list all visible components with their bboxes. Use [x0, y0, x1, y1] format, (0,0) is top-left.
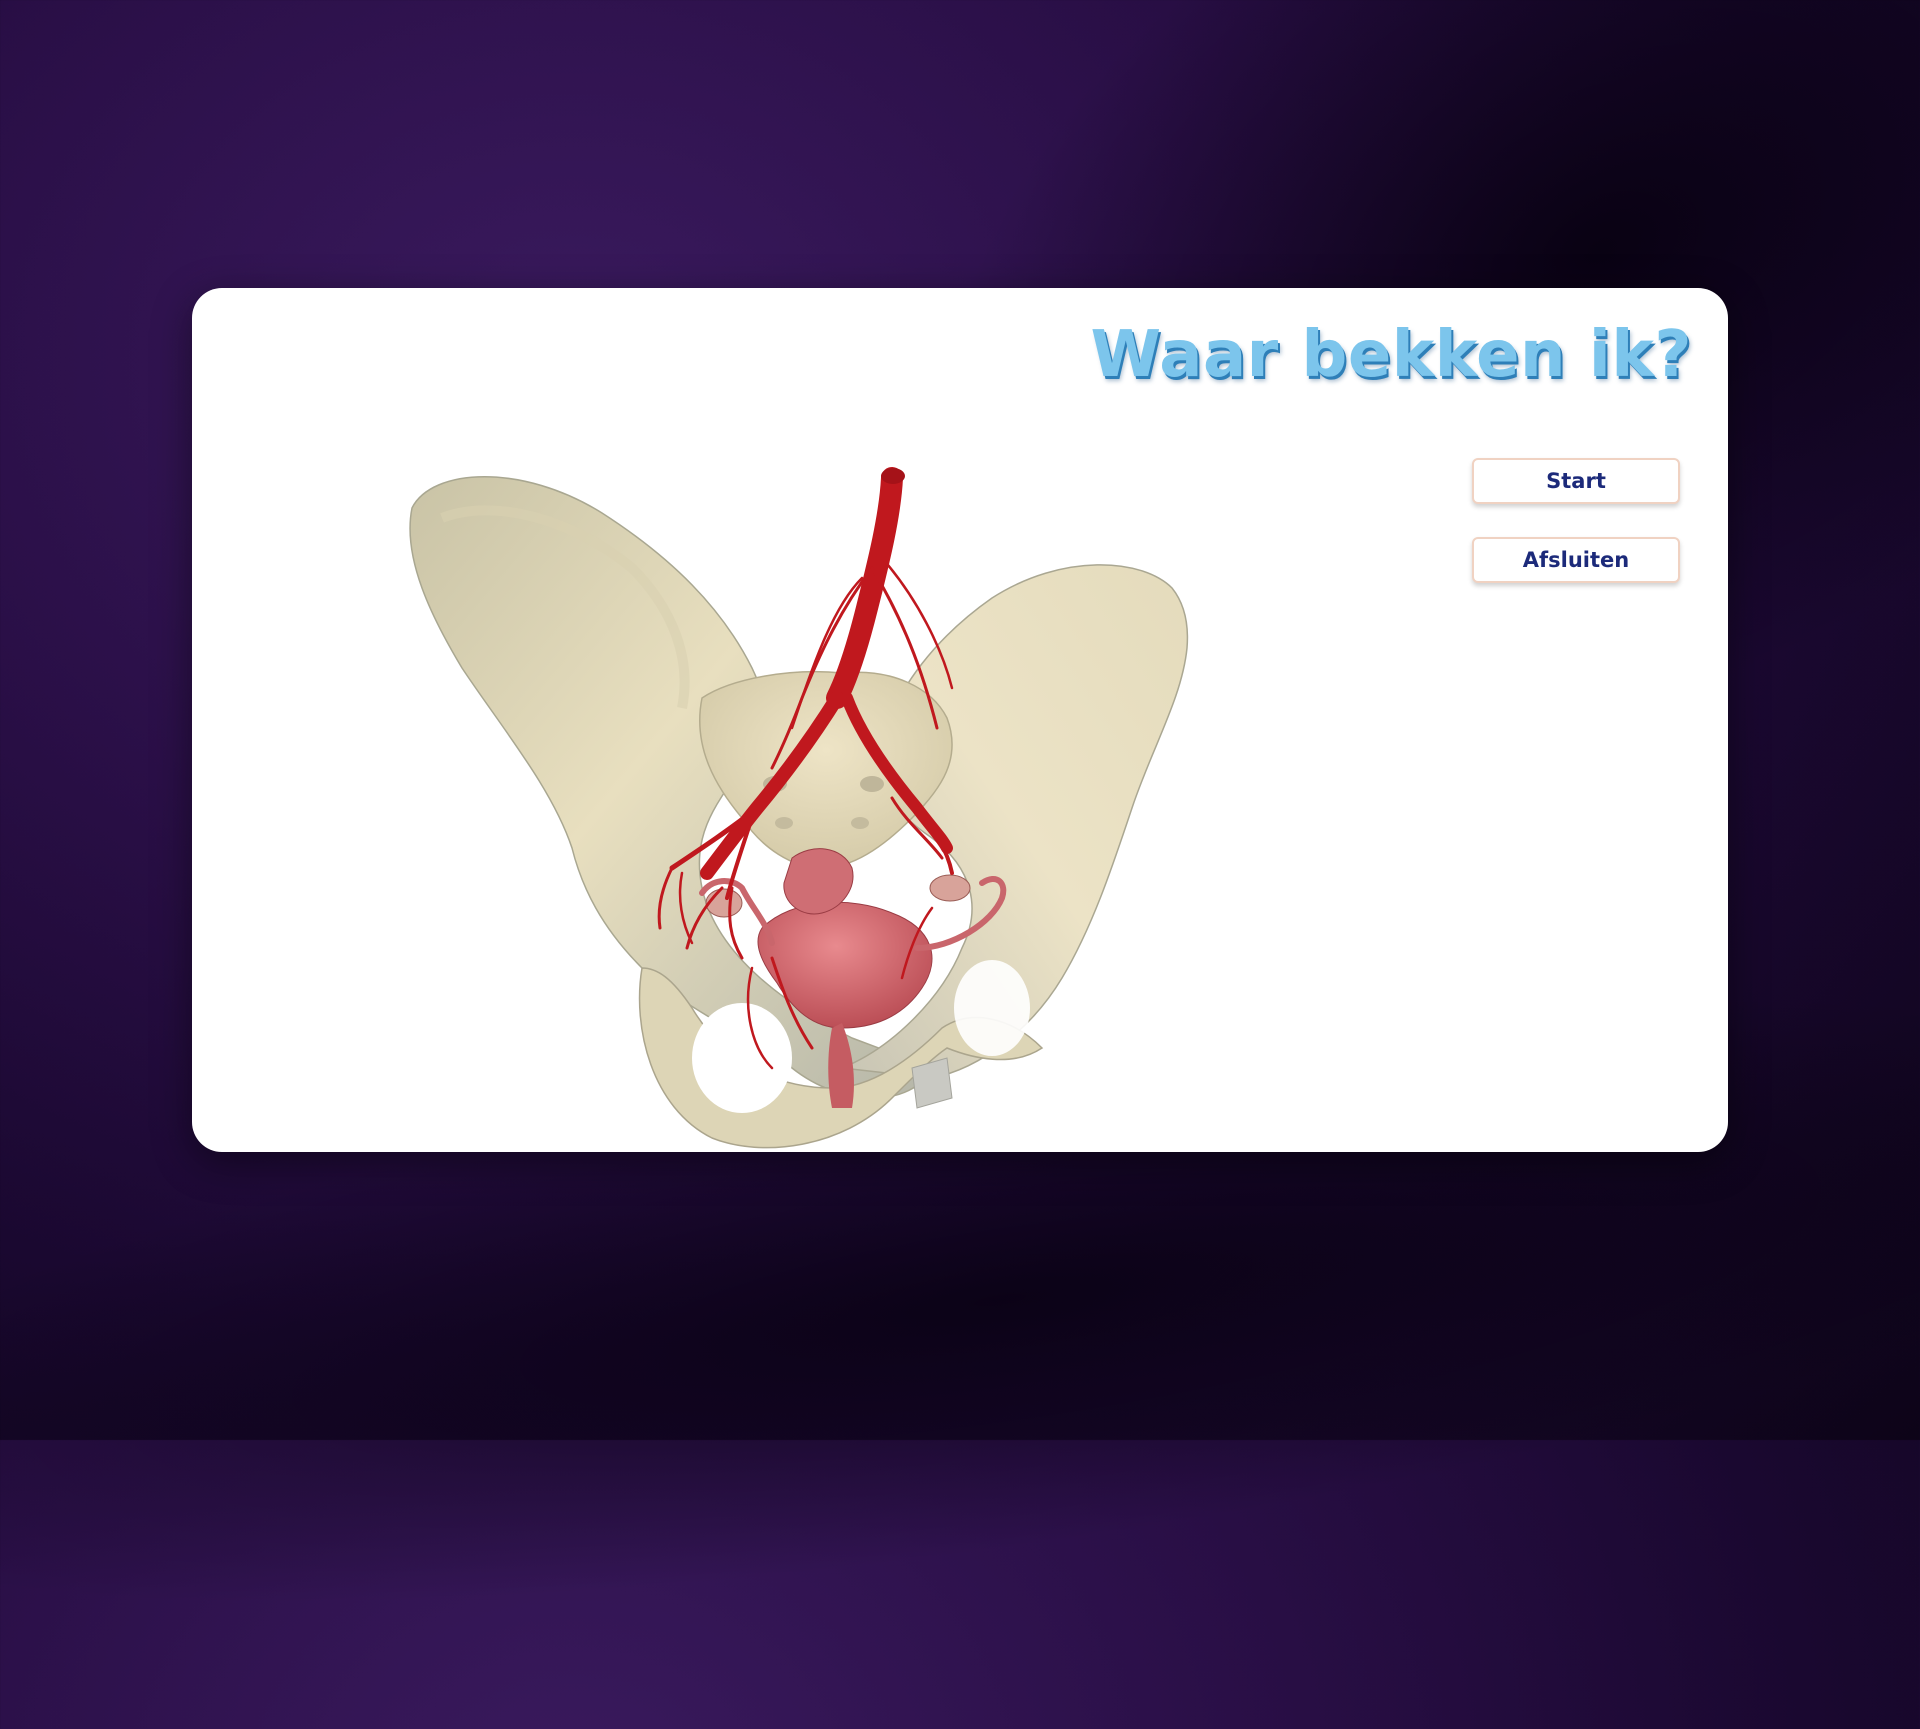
- exit-button[interactable]: Afsluiten: [1472, 537, 1680, 583]
- pelvis-model: [409, 467, 1189, 1149]
- left-ovary: [705, 888, 743, 918]
- start-button[interactable]: Start: [1472, 458, 1680, 504]
- pelvis-3d-viewport[interactable]: [372, 368, 1232, 1152]
- app-window: Waar bekken ik? Start Afsluiten: [192, 288, 1728, 1152]
- right-ovary: [929, 874, 971, 902]
